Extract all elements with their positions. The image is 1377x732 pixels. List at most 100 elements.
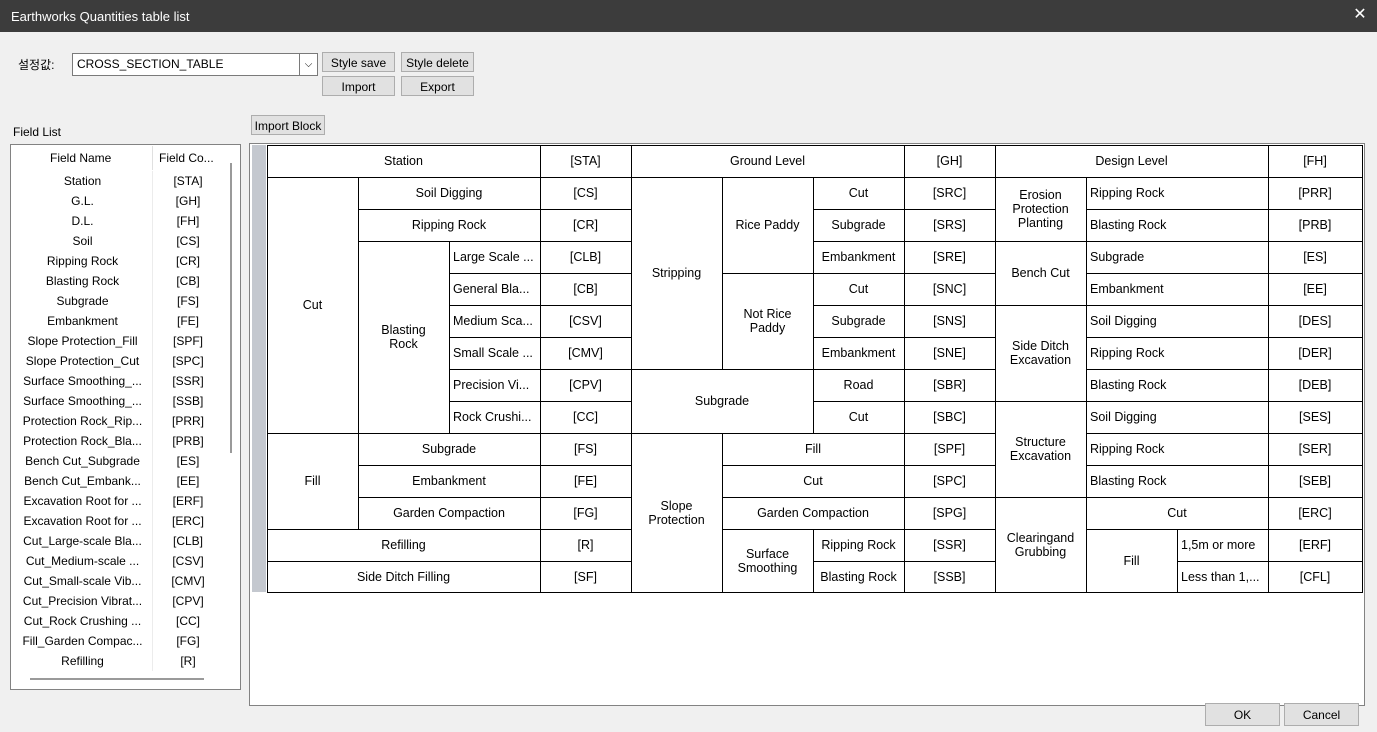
- table-cell[interactable]: Subgrade: [1086, 241, 1269, 274]
- table-cell[interactable]: Blasting Rock: [358, 241, 450, 434]
- table-cell[interactable]: Cut: [813, 273, 905, 306]
- table-cell[interactable]: Embankment: [813, 241, 905, 274]
- table-cell[interactable]: Blasting Rock: [1086, 209, 1269, 242]
- table-cell[interactable]: Garden Compaction: [722, 497, 905, 530]
- table-cell[interactable]: [DEB]: [1268, 369, 1363, 402]
- table-cell[interactable]: Precision Vi...: [449, 369, 541, 402]
- list-item[interactable]: Slope Protection_Fill [SPF]: [12, 331, 222, 351]
- list-item[interactable]: Surface Smoothing_... [SSR]: [12, 371, 222, 391]
- table-cell[interactable]: Embankment: [813, 337, 905, 370]
- table-cell[interactable]: Slope Protection: [631, 433, 723, 593]
- table-cell[interactable]: General Bla...: [449, 273, 541, 306]
- table-cell[interactable]: Ripping Rock: [358, 209, 541, 242]
- list-item[interactable]: Cut_Precision Vibrat... [CPV]: [12, 591, 222, 611]
- table-cell[interactable]: [CS]: [540, 177, 632, 210]
- table-cell[interactable]: Blasting Rock: [1086, 369, 1269, 402]
- close-icon[interactable]: ✕: [1351, 5, 1369, 25]
- table-cell[interactable]: [CB]: [540, 273, 632, 306]
- table-cell[interactable]: Fill: [267, 433, 359, 530]
- table-cell[interactable]: Ripping Rock: [1086, 177, 1269, 210]
- list-item[interactable]: Ripping Rock [CR]: [12, 251, 222, 271]
- table-cell[interactable]: [SPG]: [904, 497, 996, 530]
- table-cell[interactable]: Fill: [722, 433, 905, 466]
- list-item[interactable]: Slope Protection_Cut [SPC]: [12, 351, 222, 371]
- list-item[interactable]: Protection Rock_Bla... [PRB]: [12, 431, 222, 451]
- list-item[interactable]: Cut_Small-scale Vib... [CMV]: [12, 571, 222, 591]
- table-cell[interactable]: Cut: [813, 177, 905, 210]
- table-cell[interactable]: Subgrade: [631, 369, 814, 434]
- table-cell[interactable]: Soil Digging: [1086, 401, 1269, 434]
- table-cell[interactable]: Side Ditch Filling: [267, 561, 541, 593]
- export-button[interactable]: Export: [401, 76, 474, 96]
- field-code-header[interactable]: Field Co...: [159, 151, 214, 165]
- list-item[interactable]: Bench Cut_Subgrade [ES]: [12, 451, 222, 471]
- table-cell[interactable]: [SSB]: [904, 561, 996, 593]
- table-cell[interactable]: Structure Excavation: [995, 401, 1087, 498]
- table-cell[interactable]: Embankment: [1086, 273, 1269, 306]
- table-cell[interactable]: Cut: [722, 465, 905, 498]
- table-cell[interactable]: Side Ditch Excavation: [995, 305, 1087, 402]
- import-block-button[interactable]: Import Block: [251, 115, 325, 135]
- table-cell[interactable]: Embankment: [358, 465, 541, 498]
- style-save-button[interactable]: Style save: [322, 52, 395, 72]
- table-cell[interactable]: Fill: [1086, 529, 1178, 593]
- table-cell[interactable]: Road: [813, 369, 905, 402]
- list-item[interactable]: Blasting Rock [CB]: [12, 271, 222, 291]
- table-cell[interactable]: Medium Sca...: [449, 305, 541, 338]
- table-cell[interactable]: [SSR]: [904, 529, 996, 562]
- table-cell[interactable]: [SES]: [1268, 401, 1363, 434]
- table-cell[interactable]: [R]: [540, 529, 632, 562]
- table-cell[interactable]: Erosion Protection Planting: [995, 177, 1087, 242]
- chevron-down-icon[interactable]: ⌵: [299, 54, 317, 75]
- table-cell[interactable]: Rock Crushi...: [449, 401, 541, 434]
- table-cell[interactable]: [FE]: [540, 465, 632, 498]
- import-button[interactable]: Import: [322, 76, 395, 96]
- table-cell[interactable]: [SNS]: [904, 305, 996, 338]
- table-cell[interactable]: [PRR]: [1268, 177, 1363, 210]
- list-item[interactable]: Cut_Rock Crushing ... [CC]: [12, 611, 222, 631]
- table-cell[interactable]: Ground Level: [631, 145, 905, 178]
- table-cell[interactable]: Design Level: [995, 145, 1269, 178]
- table-cell[interactable]: [SPF]: [904, 433, 996, 466]
- list-item[interactable]: Excavation Root for ... [ERC]: [12, 511, 222, 531]
- list-item[interactable]: Excavation Root for ... [ERF]: [12, 491, 222, 511]
- list-item[interactable]: Embankment [FE]: [12, 311, 222, 331]
- table-cell[interactable]: Large Scale ...: [449, 241, 541, 274]
- table-cell[interactable]: [DER]: [1268, 337, 1363, 370]
- table-cell[interactable]: [SER]: [1268, 433, 1363, 466]
- list-item[interactable]: Soil [CS]: [12, 231, 222, 251]
- table-cell[interactable]: [FS]: [540, 433, 632, 466]
- list-item[interactable]: Station [STA]: [12, 171, 222, 191]
- table-cell[interactable]: Cut: [1086, 497, 1269, 530]
- table-cell[interactable]: Blasting Rock: [813, 561, 905, 593]
- table-cell[interactable]: [PRB]: [1268, 209, 1363, 242]
- style-delete-button[interactable]: Style delete: [401, 52, 474, 72]
- table-cell[interactable]: [DES]: [1268, 305, 1363, 338]
- table-cell[interactable]: [CR]: [540, 209, 632, 242]
- style-combo[interactable]: CROSS_SECTION_TABLE ⌵: [72, 53, 318, 76]
- table-cell[interactable]: [ES]: [1268, 241, 1363, 274]
- table-cell[interactable]: [CPV]: [540, 369, 632, 402]
- table-cell[interactable]: Surface Smoothing: [722, 529, 814, 593]
- horizontal-scrollbar[interactable]: [30, 678, 204, 680]
- table-cell[interactable]: Ripping Rock: [1086, 433, 1269, 466]
- table-cell[interactable]: [CFL]: [1268, 561, 1363, 593]
- list-item[interactable]: Protection Rock_Rip... [PRR]: [12, 411, 222, 431]
- table-cell[interactable]: 1,5m or more: [1177, 529, 1269, 562]
- table-cell[interactable]: Subgrade: [813, 305, 905, 338]
- list-item[interactable]: Surface Smoothing_... [SSB]: [12, 391, 222, 411]
- field-list[interactable]: Field Name Field Co... Station [STA] G.L. […: [10, 144, 241, 690]
- table-cell[interactable]: Bench Cut: [995, 241, 1087, 306]
- list-item[interactable]: Cut_Large-scale Bla... [CLB]: [12, 531, 222, 551]
- table-cell[interactable]: Cut: [267, 177, 359, 434]
- table-cell[interactable]: [SBC]: [904, 401, 996, 434]
- table-cell[interactable]: [SF]: [540, 561, 632, 593]
- table-cell[interactable]: [CMV]: [540, 337, 632, 370]
- table-cell[interactable]: Subgrade: [358, 433, 541, 466]
- table-cell[interactable]: Station: [267, 145, 541, 178]
- table-cell[interactable]: Ripping Rock: [813, 529, 905, 562]
- table-cell[interactable]: Less than 1,...: [1177, 561, 1269, 593]
- table-cell[interactable]: [SNE]: [904, 337, 996, 370]
- field-name-header[interactable]: Field Name: [50, 151, 111, 165]
- table-cell[interactable]: [CLB]: [540, 241, 632, 274]
